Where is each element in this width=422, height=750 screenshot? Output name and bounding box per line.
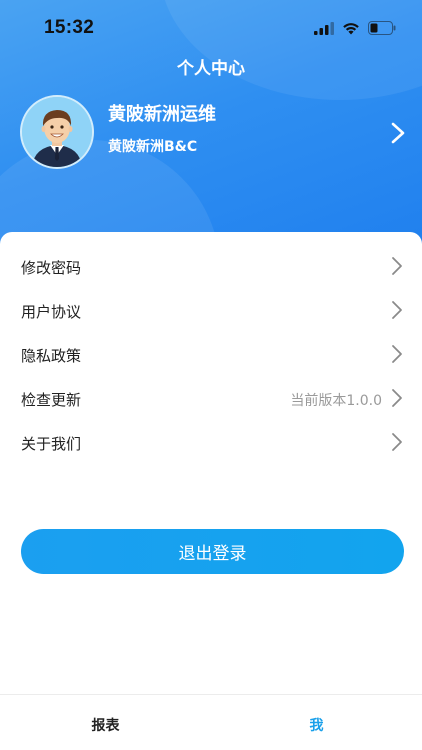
tab-me[interactable]: 我 xyxy=(211,695,422,750)
status-bar: 15:32 xyxy=(0,0,422,50)
menu-item-privacy-policy[interactable]: 隐私政策 xyxy=(0,332,422,376)
status-time: 15:32 xyxy=(44,17,95,38)
male-user-avatar-icon xyxy=(20,95,94,169)
menu-item-label: 隐私政策 xyxy=(21,347,82,365)
menu-item-label: 检查更新 xyxy=(21,391,82,409)
settings-menu: 修改密码 用户协议 隐私政策 检查更新 当前版本1.0.0 关于我们 xyxy=(0,244,422,464)
status-icons xyxy=(314,20,396,36)
page-title: 个人中心 xyxy=(177,59,245,79)
logout-button[interactable]: 退出登录 xyxy=(21,529,404,574)
chevron-right-icon xyxy=(392,257,402,275)
menu-item-label: 关于我们 xyxy=(21,435,82,453)
chevron-right-icon xyxy=(392,301,402,319)
chevron-right-icon xyxy=(392,345,402,363)
wifi-icon xyxy=(343,22,359,34)
menu-item-check-update[interactable]: 检查更新 当前版本1.0.0 xyxy=(0,376,422,420)
chevron-right-icon xyxy=(392,433,402,451)
user-name: 黄陂新洲运维 xyxy=(108,104,216,125)
menu-item-label: 用户协议 xyxy=(21,303,82,321)
menu-item-about-us[interactable]: 关于我们 xyxy=(0,420,422,464)
cellular-signal-icon xyxy=(314,21,334,35)
menu-item-label: 修改密码 xyxy=(21,259,82,277)
menu-item-user-agreement[interactable]: 用户协议 xyxy=(0,288,422,332)
menu-item-change-password[interactable]: 修改密码 xyxy=(0,244,422,288)
tab-label: 我 xyxy=(309,718,324,734)
battery-icon xyxy=(368,21,396,35)
tab-label: 报表 xyxy=(91,718,120,734)
tab-reports[interactable]: 报表 xyxy=(0,695,211,750)
app-version: 当前版本1.0.0 xyxy=(290,393,382,409)
chevron-right-icon[interactable] xyxy=(390,122,406,144)
user-organization: 黄陂新洲B&C xyxy=(108,139,198,155)
tab-bar: 报表 我 xyxy=(0,694,422,750)
chevron-right-icon xyxy=(392,389,402,407)
settings-card: 修改密码 用户协议 隐私政策 检查更新 当前版本1.0.0 关于我们 退出登录 xyxy=(0,232,422,750)
profile-card[interactable]: 黄陂新洲运维 黄陂新洲B&C xyxy=(20,95,410,169)
